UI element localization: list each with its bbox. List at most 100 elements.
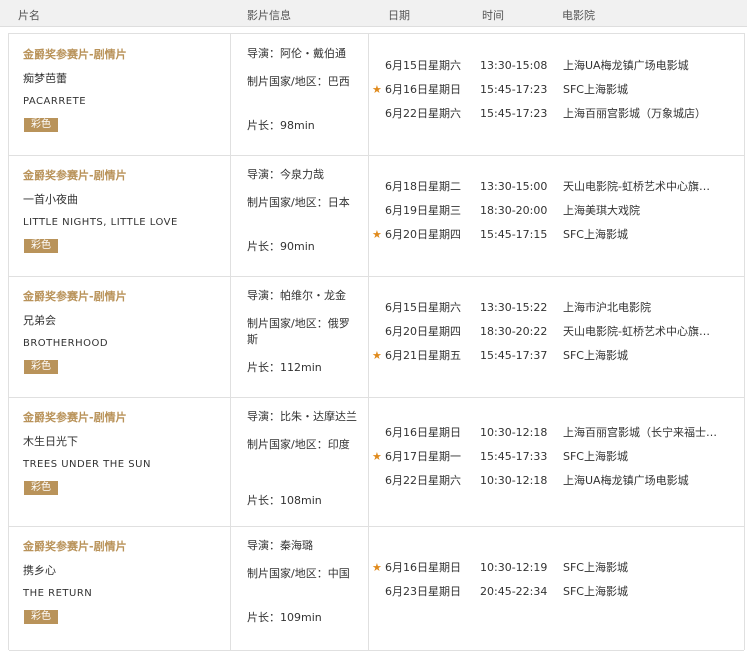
screening-cinema: SFC上海影城 <box>563 561 628 574</box>
screening-cinema: SFC上海影城 <box>563 450 628 463</box>
film-length: 片长：108min <box>247 494 322 507</box>
star-icon: ★ <box>372 450 382 463</box>
screening-time: 13:30-15:00 <box>480 180 548 193</box>
film-title-cn[interactable]: 一首小夜曲 <box>23 191 78 207</box>
film-category[interactable]: 金爵奖参赛片-剧情片 <box>23 288 127 304</box>
screening-date: 6月15日星期六 <box>385 59 461 72</box>
film-length: 片长：98min <box>247 119 315 132</box>
film-title-cn[interactable]: 携乡心 <box>23 562 56 578</box>
screening-cinema: SFC上海影城 <box>563 83 628 96</box>
screening-cinema: 上海百丽宫影城（长宁来福士… <box>563 426 717 439</box>
screening-date: 6月17日星期一 <box>385 450 461 463</box>
film-row: 金爵奖参赛片-剧情片 木生日光下 TREES UNDER THE SUN 彩色 导演：比… <box>9 397 744 527</box>
film-country: 制片国家/地区：中国 <box>247 567 350 580</box>
col-header-date: 日期 <box>388 9 410 22</box>
screening-date: 6月22日星期六 <box>385 107 461 120</box>
column-divider <box>230 397 231 526</box>
film-schedule-page: 片名 影片信息 日期 时间 电影院 金爵奖参赛片-剧情片 痴梦芭蕾 PACARRET… <box>0 0 747 651</box>
film-row: 金爵奖参赛片-剧情片 兄弟会 BROTHERHOOD 彩色 导演：帕维尔・龙金制片国家/… <box>9 276 744 398</box>
film-director: 导演：阿伦・戴伯通 <box>247 47 346 60</box>
screening-cinema: SFC上海影城 <box>563 349 628 362</box>
star-icon: ★ <box>372 83 382 96</box>
film-title-en[interactable]: LITTLE NIGHTS, LITTLE LOVE <box>23 217 178 228</box>
screening-date: 6月20日星期四 <box>385 325 461 338</box>
color-badge: 彩色 <box>24 610 58 624</box>
table-header: 片名 影片信息 日期 时间 电影院 <box>0 0 747 27</box>
column-divider <box>230 155 231 276</box>
film-country: 制片国家/地区：俄罗斯 <box>247 317 350 346</box>
screening-date: 6月16日星期日 <box>385 426 461 439</box>
film-director: 导演：今泉力哉 <box>247 168 324 181</box>
col-header-film: 片名 <box>18 9 40 22</box>
screening-cinema: SFC上海影城 <box>563 228 628 241</box>
screening-time: 15:45-17:37 <box>480 349 548 362</box>
film-row: 金爵奖参赛片-剧情片 携乡心 THE RETURN 彩色 导演：秦海璐制片国家/地区：中… <box>9 526 744 651</box>
color-badge: 彩色 <box>24 481 58 495</box>
col-header-cinema: 电影院 <box>562 9 595 22</box>
screening-date: 6月21日星期五 <box>385 349 461 362</box>
film-title-en[interactable]: PACARRETE <box>23 96 86 107</box>
col-header-info: 影片信息 <box>247 9 291 22</box>
column-divider <box>230 276 231 397</box>
screening-time: 10:30-12:18 <box>480 474 548 487</box>
film-category[interactable]: 金爵奖参赛片-剧情片 <box>23 167 127 183</box>
screening-date: 6月22日星期六 <box>385 474 461 487</box>
film-director: 导演：秦海璐 <box>247 539 313 552</box>
screening-date: 6月15日星期六 <box>385 301 461 314</box>
column-divider <box>368 34 369 155</box>
screening-date: 6月16日星期日 <box>385 561 461 574</box>
screening-time: 10:30-12:18 <box>480 426 548 439</box>
color-badge: 彩色 <box>24 360 58 374</box>
screening-cinema: 上海UA梅龙镇广场电影城 <box>563 474 689 487</box>
film-row: 金爵奖参赛片-剧情片 痴梦芭蕾 PACARRETE 彩色 导演：阿伦・戴伯通 制片国家/地… <box>9 34 744 156</box>
film-title-en[interactable]: BROTHERHOOD <box>23 338 108 349</box>
screening-time: 10:30-12:19 <box>480 561 548 574</box>
col-header-time: 时间 <box>482 9 504 22</box>
column-divider <box>230 526 231 650</box>
screening-cinema: 上海百丽宫影城（万象城店） <box>563 107 706 120</box>
screening-cinema: 上海美琪大戏院 <box>563 204 640 217</box>
screening-time: 15:45-17:23 <box>480 83 548 96</box>
screening-time: 18:30-20:00 <box>480 204 548 217</box>
screening-cinema: 上海市沪北电影院 <box>563 301 651 314</box>
table-body: 金爵奖参赛片-剧情片 痴梦芭蕾 PACARRETE 彩色 导演：阿伦・戴伯通 制片国家/地… <box>8 33 745 651</box>
screening-time: 15:45-17:23 <box>480 107 548 120</box>
film-director: 导演：帕维尔・龙金 <box>247 289 346 302</box>
screening-date: 6月16日星期日 <box>385 83 461 96</box>
screening-time: 20:45-22:34 <box>480 585 548 598</box>
star-icon: ★ <box>372 561 382 574</box>
screening-date: 6月23日星期日 <box>385 585 461 598</box>
column-divider <box>368 397 369 526</box>
film-country: 制片国家/地区：巴西 <box>247 75 350 88</box>
film-country: 制片国家/地区：日本 <box>247 196 350 209</box>
screening-cinema: 天山电影院-虹桥艺术中心旗… <box>563 180 710 193</box>
film-length: 片长：109min <box>247 611 322 624</box>
star-icon: ★ <box>372 228 382 241</box>
screening-date: 6月19日星期三 <box>385 204 461 217</box>
color-badge: 彩色 <box>24 239 58 253</box>
screening-cinema: 天山电影院-虹桥艺术中心旗… <box>563 325 710 338</box>
film-title-cn[interactable]: 痴梦芭蕾 <box>23 70 67 86</box>
film-title-en[interactable]: THE RETURN <box>23 588 92 599</box>
film-country: 制片国家/地区：印度 <box>247 438 350 451</box>
film-length: 片长：112min <box>247 361 322 374</box>
screening-date: 6月20日星期四 <box>385 228 461 241</box>
film-category[interactable]: 金爵奖参赛片-剧情片 <box>23 46 127 62</box>
screening-date: 6月18日星期二 <box>385 180 461 193</box>
film-category[interactable]: 金爵奖参赛片-剧情片 <box>23 538 127 554</box>
screening-time: 15:45-17:15 <box>480 228 548 241</box>
screening-time: 13:30-15:22 <box>480 301 548 314</box>
column-divider <box>230 34 231 155</box>
screening-time: 18:30-20:22 <box>480 325 548 338</box>
film-title-cn[interactable]: 兄弟会 <box>23 312 56 328</box>
film-category[interactable]: 金爵奖参赛片-剧情片 <box>23 409 127 425</box>
film-title-en[interactable]: TREES UNDER THE SUN <box>23 459 151 470</box>
column-divider <box>368 526 369 650</box>
screening-time: 13:30-15:08 <box>480 59 548 72</box>
screening-time: 15:45-17:33 <box>480 450 548 463</box>
star-icon: ★ <box>372 349 382 362</box>
film-title-cn[interactable]: 木生日光下 <box>23 433 78 449</box>
film-length: 片长：90min <box>247 240 315 253</box>
column-divider <box>368 276 369 397</box>
screening-cinema: SFC上海影城 <box>563 585 628 598</box>
